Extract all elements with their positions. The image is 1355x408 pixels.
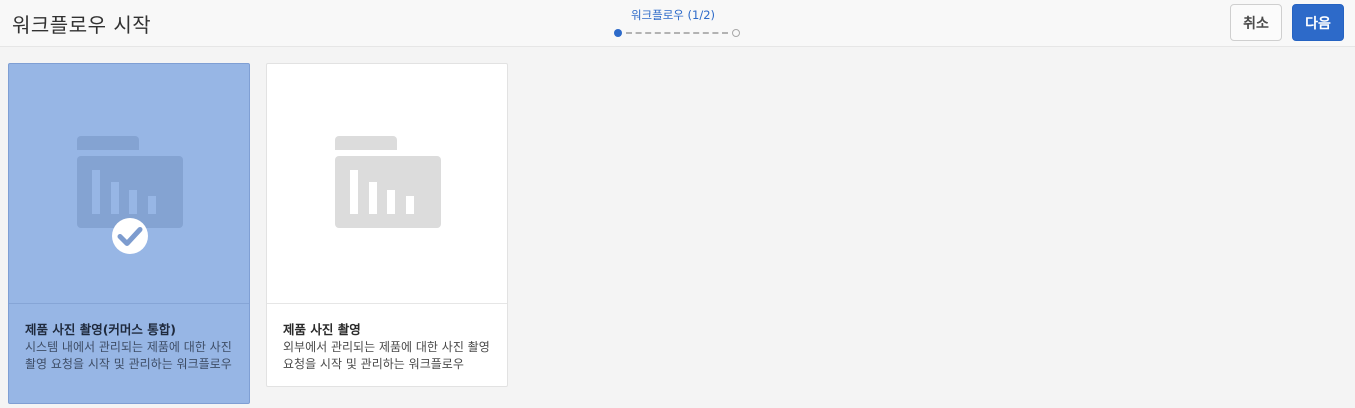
page-title: 워크플로우 시작	[12, 13, 152, 37]
workflow-stepper: 워크플로우 (1/2)	[612, 7, 742, 39]
card-body: 제품 사진 촬영(커머스 통합) 시스템 내에서 관리되는 제품에 대한 사진 …	[25, 321, 239, 373]
card-thumbnail	[9, 64, 249, 304]
cancel-button[interactable]: 취소	[1230, 4, 1282, 41]
folder-chart-icon	[77, 136, 183, 228]
next-button[interactable]: 다음	[1292, 4, 1344, 41]
step-progress-track	[614, 29, 740, 37]
step-label: 워크플로우 (1/2)	[630, 8, 716, 22]
selected-check-icon	[112, 218, 148, 254]
step-connector	[626, 32, 728, 34]
card-title: 제품 사진 촬영(커머스 통합)	[25, 322, 176, 337]
card-title: 제품 사진 촬영	[283, 322, 361, 337]
card-body: 제품 사진 촬영 외부에서 관리되는 제품에 대한 사진 촬영 요청을 시작 및…	[283, 321, 497, 373]
card-description: 시스템 내에서 관리되는 제품에 대한 사진 촬영 요청을 시작 및 관리하는 …	[25, 340, 232, 371]
top-bar: 워크플로우 시작 워크플로우 (1/2) 취소 다음	[0, 0, 1355, 47]
folder-chart-icon	[335, 136, 441, 228]
card-thumbnail	[267, 64, 507, 304]
card-description: 외부에서 관리되는 제품에 대한 사진 촬영 요청을 시작 및 관리하는 워크플…	[283, 340, 490, 371]
workflow-card-photoshoot[interactable]: 제품 사진 촬영 외부에서 관리되는 제품에 대한 사진 촬영 요청을 시작 및…	[266, 63, 508, 387]
step-1-dot	[614, 29, 622, 37]
workflow-card-commerce-photoshoot[interactable]: 제품 사진 촬영(커머스 통합) 시스템 내에서 관리되는 제품에 대한 사진 …	[8, 63, 250, 404]
step-2-dot	[732, 29, 740, 37]
